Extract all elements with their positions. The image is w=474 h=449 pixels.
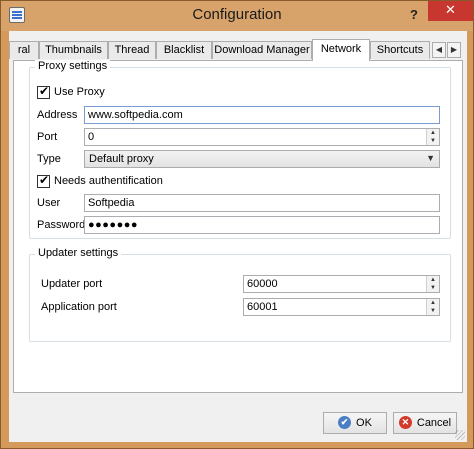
- check-icon: ✔: [39, 84, 50, 98]
- user-label: User: [37, 197, 61, 209]
- cancel-button-label: Cancel: [416, 417, 452, 429]
- tab-network[interactable]: Network: [312, 39, 370, 61]
- address-input[interactable]: www.softpedia.com: [84, 106, 440, 124]
- cancel-button[interactable]: ✕ Cancel: [393, 412, 457, 434]
- updater-port-label: Updater port: [41, 278, 103, 290]
- cancel-x-icon: ✕: [398, 415, 412, 429]
- spin-down-icon[interactable]: ▼: [427, 284, 439, 292]
- network-tab-panel: Proxy settings ✔ Use Proxy Address www.s…: [13, 60, 463, 393]
- title-bar[interactable]: Configuration ? ✕: [1, 1, 473, 31]
- tab-download-manager[interactable]: Download Manager: [212, 41, 312, 59]
- updater-settings-title: Updater settings: [35, 247, 122, 259]
- dialog-client-area: ral Thumbnails Thread Blacklist Download…: [9, 31, 467, 442]
- application-port-label: Application port: [41, 301, 117, 313]
- check-icon: ✔: [39, 173, 50, 187]
- tab-shortcuts[interactable]: Shortcuts: [370, 41, 430, 59]
- address-label: Address: [37, 109, 78, 121]
- help-button[interactable]: ?: [404, 7, 424, 23]
- tab-blacklist[interactable]: Blacklist: [156, 41, 212, 59]
- port-label: Port: [37, 131, 58, 143]
- spin-up-icon[interactable]: ▲: [427, 129, 439, 137]
- window-title: Configuration: [192, 6, 282, 23]
- proxy-type-value: Default proxy: [89, 153, 154, 165]
- tab-scroll-left-icon[interactable]: ◀: [432, 42, 446, 58]
- ok-check-icon: ✔: [338, 415, 352, 429]
- spin-down-icon[interactable]: ▼: [427, 137, 439, 145]
- application-port-spinbox[interactable]: 60001 ▲ ▼: [243, 298, 440, 316]
- use-proxy-checkbox[interactable]: ✔: [37, 84, 50, 99]
- tab-strip: ral Thumbnails Thread Blacklist Download…: [9, 39, 467, 61]
- updater-port-value: 60000: [247, 278, 278, 290]
- port-spin-buttons[interactable]: ▲ ▼: [426, 129, 439, 145]
- port-value: 0: [88, 131, 95, 143]
- proxy-type-select[interactable]: Default proxy ▼: [84, 150, 440, 168]
- user-input[interactable]: Softpedia: [84, 194, 440, 212]
- updater-port-spinbox[interactable]: 60000 ▲ ▼: [243, 275, 440, 293]
- spin-up-icon[interactable]: ▲: [427, 299, 439, 307]
- resize-grip-icon[interactable]: [455, 430, 465, 440]
- password-label: Password: [37, 219, 86, 231]
- tab-thumbnails[interactable]: Thumbnails: [39, 41, 108, 59]
- needs-auth-checkbox[interactable]: ✔: [37, 173, 50, 188]
- tab-scroll-right-icon[interactable]: ▶: [447, 42, 461, 58]
- needs-auth-label[interactable]: Needs authentification: [54, 175, 163, 187]
- port-spinbox[interactable]: 0 ▲ ▼: [84, 128, 440, 146]
- close-button[interactable]: ✕: [428, 1, 473, 21]
- spin-down-icon[interactable]: ▼: [427, 307, 439, 315]
- chevron-down-icon: ▼: [426, 153, 435, 163]
- updater-port-spin-buttons[interactable]: ▲ ▼: [426, 276, 439, 292]
- use-proxy-label[interactable]: Use Proxy: [54, 86, 105, 98]
- configuration-window: Configuration ? ✕ ral Thumbnails Thread …: [0, 0, 474, 449]
- password-input[interactable]: ●●●●●●●: [84, 216, 440, 234]
- tab-thread[interactable]: Thread: [108, 41, 156, 59]
- proxy-settings-title: Proxy settings: [35, 60, 111, 72]
- application-port-value: 60001: [247, 301, 278, 313]
- tab-general[interactable]: ral: [9, 41, 39, 59]
- application-port-spin-buttons[interactable]: ▲ ▼: [426, 299, 439, 315]
- spin-up-icon[interactable]: ▲: [427, 276, 439, 284]
- type-label: Type: [37, 153, 61, 165]
- ok-button-label: OK: [356, 417, 372, 429]
- ok-button[interactable]: ✔ OK: [323, 412, 387, 434]
